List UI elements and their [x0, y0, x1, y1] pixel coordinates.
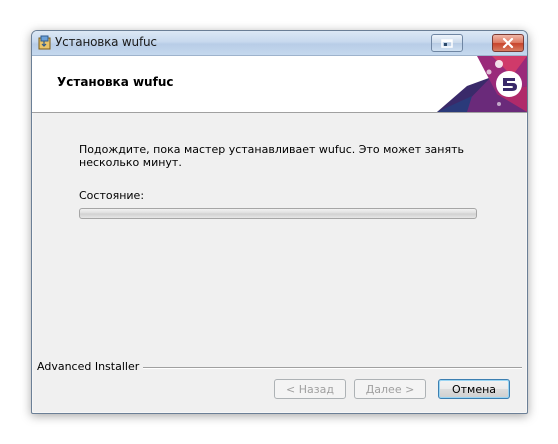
- wizard-header: Установка wufuc: [32, 56, 527, 113]
- wizard-content: Подождите, пока мастер устанавливает wuf…: [32, 113, 527, 363]
- status-label: Состояние:: [79, 189, 145, 202]
- brand-label: Advanced Installer: [37, 360, 144, 373]
- installer-window: Установка wufuc Установка wufuc Подождит…: [31, 30, 528, 414]
- next-button[interactable]: Далее >: [354, 379, 426, 399]
- installer-icon: [37, 35, 53, 51]
- cancel-button[interactable]: Отмена: [438, 379, 510, 399]
- back-button[interactable]: < Назад: [274, 379, 346, 399]
- progress-message: Подождите, пока мастер устанавливает wuf…: [79, 143, 464, 169]
- close-icon: [502, 37, 514, 49]
- restore-button[interactable]: [431, 34, 463, 52]
- window-title: Установка wufuc: [55, 35, 157, 49]
- close-button[interactable]: [492, 34, 524, 52]
- progress-bar: [79, 208, 477, 219]
- advanced-installer-logo: [437, 56, 527, 112]
- restore-icon: [441, 39, 453, 48]
- page-title: Установка wufuc: [57, 75, 174, 89]
- title-bar[interactable]: Установка wufuc: [32, 31, 527, 56]
